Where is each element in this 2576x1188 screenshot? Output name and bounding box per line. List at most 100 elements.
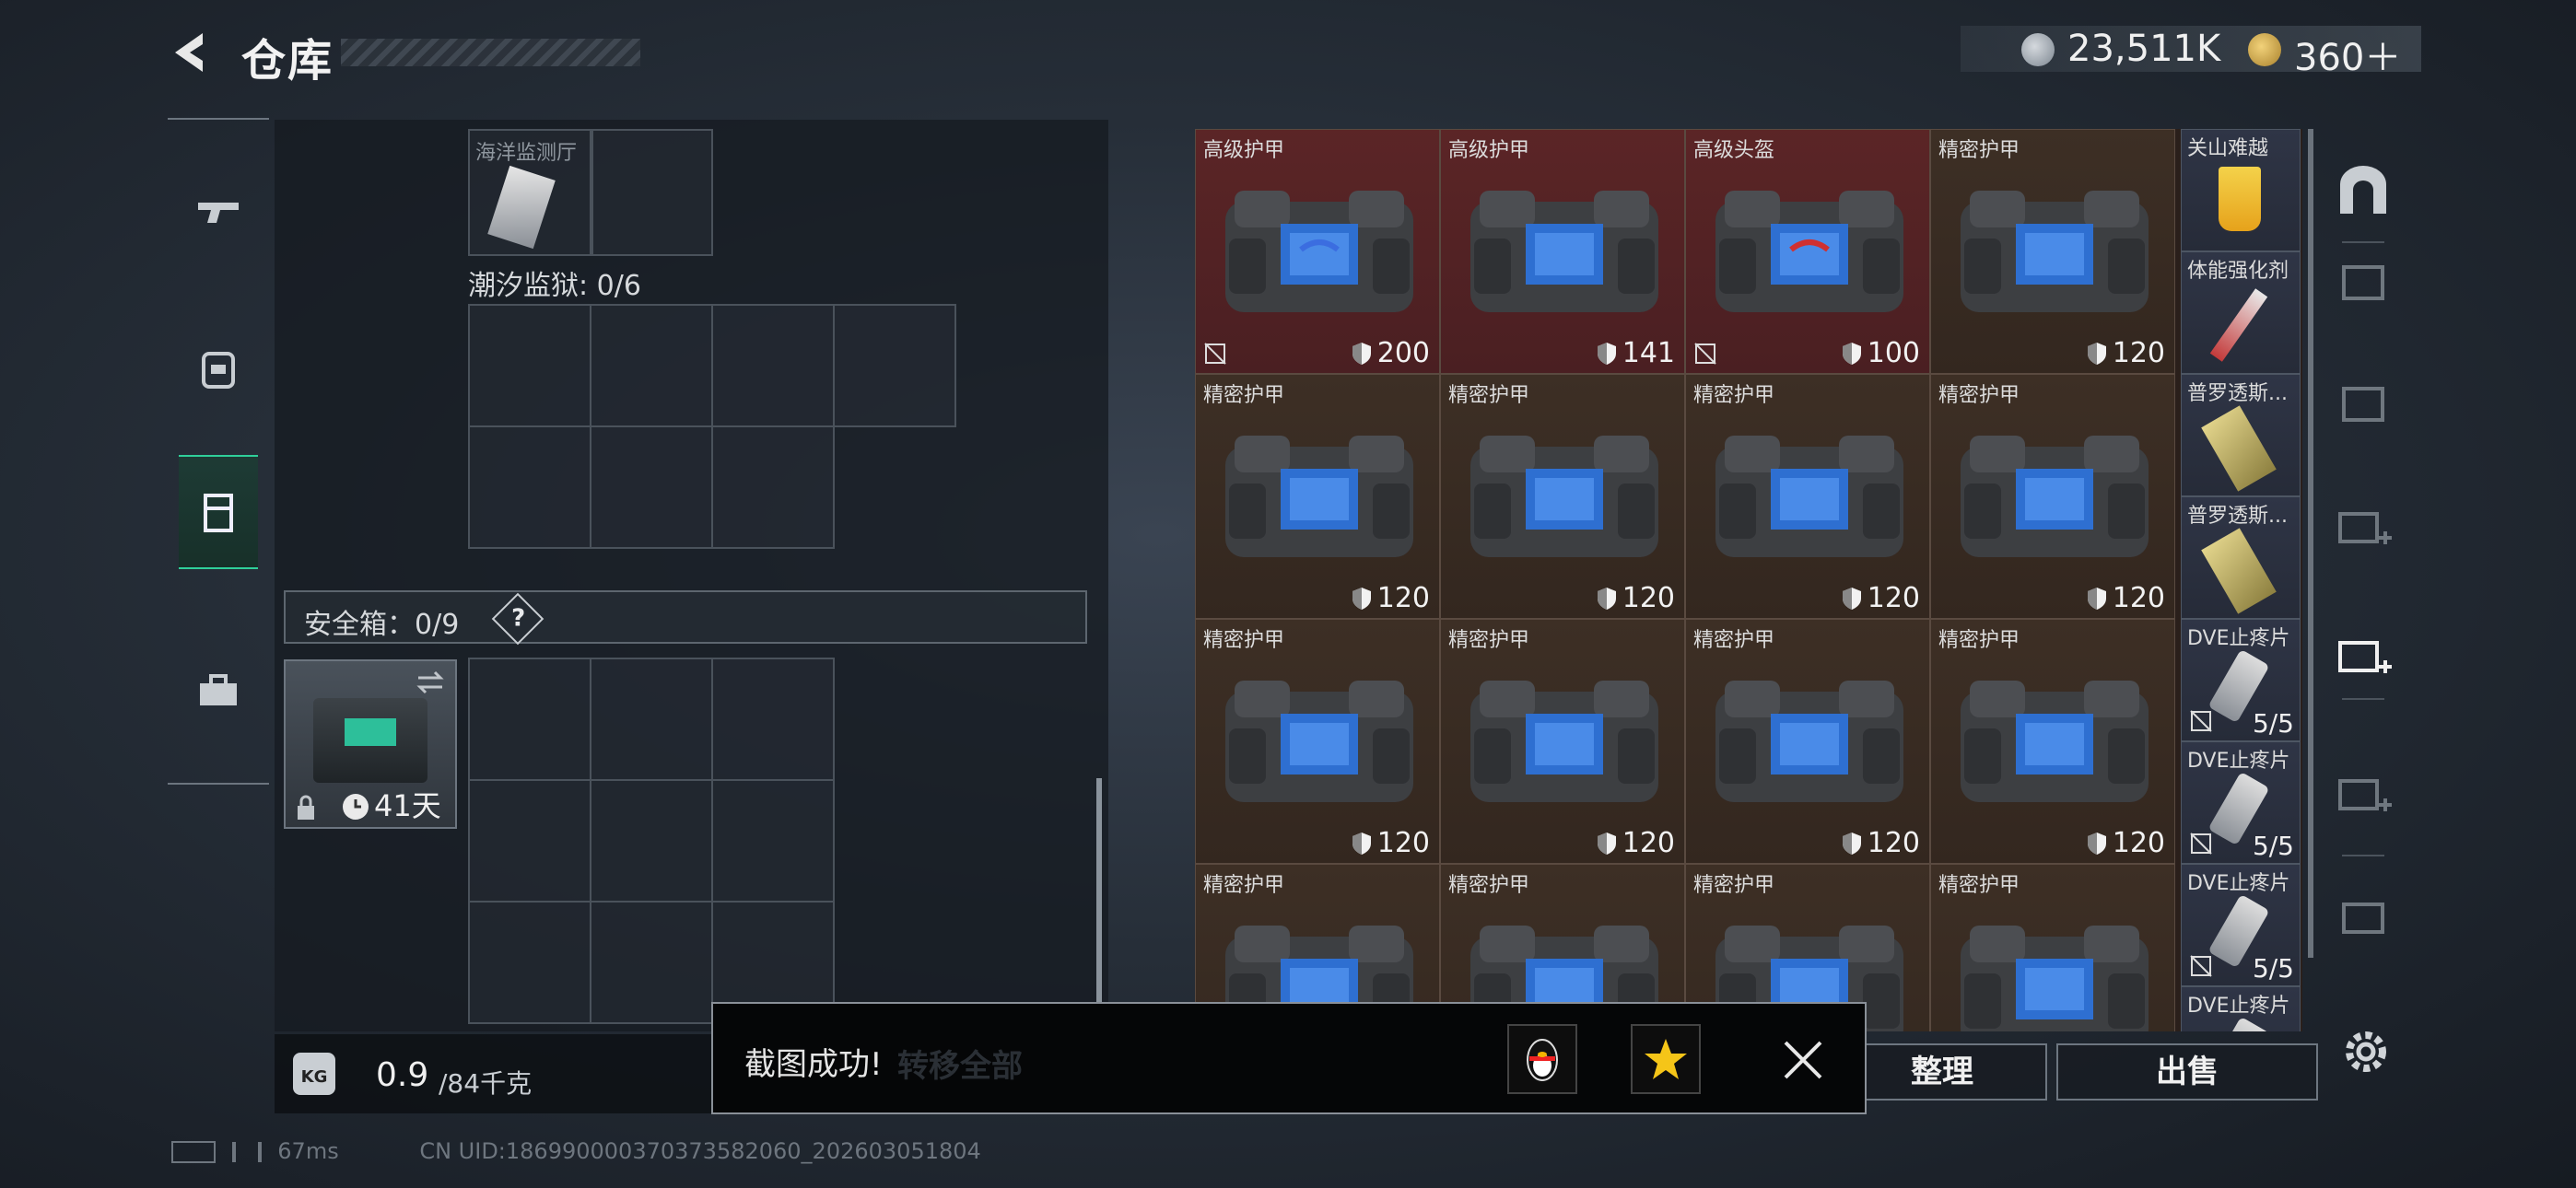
no-trade-icon [1694, 343, 1716, 365]
item-name: 精密护甲 [1938, 629, 2020, 652]
swap-icon[interactable] [415, 669, 446, 696]
backpack-icon [202, 352, 235, 389]
inventory-item[interactable]: 精密护甲 120 [1685, 374, 1930, 619]
filter-medkit-1[interactable] [2331, 501, 2395, 556]
consumable-item[interactable]: 普罗透斯... [2181, 496, 2301, 619]
nav-equipment[interactable] [179, 313, 258, 424]
grid-cell[interactable] [711, 779, 835, 903]
keycard-icon [487, 165, 556, 250]
filter-grade-3[interactable] [2331, 891, 2395, 947]
consumable-item[interactable]: DVE止疼片 [2181, 986, 2301, 1031]
consumable-item[interactable]: DVE止疼片 5/5 [2181, 864, 2301, 986]
filter-all[interactable] [2331, 162, 2395, 217]
close-icon[interactable] [1782, 1039, 1824, 1081]
medkit-plus-icon [2338, 779, 2392, 811]
inventory-item[interactable]: 精密护甲 120 [1930, 374, 2175, 619]
share-qq-button[interactable] [1507, 1024, 1577, 1094]
grid-cell[interactable] [468, 658, 591, 781]
gold-coin-icon [2248, 33, 2281, 66]
grid-cell[interactable] [590, 658, 713, 781]
grid-cell[interactable] [711, 658, 835, 781]
grid-cell[interactable] [591, 129, 713, 256]
durability-icon [1352, 342, 1371, 365]
durability-icon [1842, 832, 1861, 855]
back-arrow-icon[interactable] [166, 28, 216, 77]
help-icon[interactable]: ? [491, 592, 544, 646]
item-name: 精密护甲 [1203, 384, 1285, 407]
inventory-item[interactable]: 精密护甲 120 [1930, 129, 2175, 374]
no-trade-icon [2190, 955, 2212, 977]
signal-icon [231, 1142, 262, 1162]
grid-cell[interactable] [468, 779, 591, 903]
armor-bag-icon [1225, 436, 1413, 557]
gear-icon[interactable] [2338, 1024, 2394, 1079]
inventory-item[interactable]: 高级护甲 141 [1440, 129, 1685, 374]
inventory-item[interactable]: 精密护甲 120 [1685, 619, 1930, 864]
durability-icon [1597, 587, 1616, 610]
gold-amount[interactable]: 360＋ [2294, 28, 2401, 81]
durability-icon [1597, 832, 1616, 855]
sell-button[interactable]: 出售 [2056, 1043, 2318, 1101]
inventory-grid: 高级护甲 200 高级护甲 141 高级头盔 100 精密护甲 120 精密护甲 120… [1195, 129, 2302, 1031]
grid-cell[interactable] [590, 304, 713, 427]
grid-cell[interactable] [711, 304, 835, 427]
injector-icon [2201, 405, 2277, 492]
filter-medkit-3[interactable] [2331, 768, 2395, 823]
injector-icon [2201, 528, 2277, 614]
consumable-item[interactable]: DVE止疼片 5/5 [2181, 741, 2301, 864]
item-durability: 120 [1352, 582, 1430, 614]
item-name: 精密护甲 [1448, 384, 1530, 407]
filter-medkit-2[interactable] [2331, 630, 2395, 685]
nav-weapons[interactable] [179, 157, 258, 267]
filter-grade-2[interactable] [2331, 376, 2395, 431]
consumable-name: DVE止疼片 [2187, 872, 2290, 895]
left-scrollbar[interactable] [1096, 778, 1102, 1008]
consumable-item[interactable]: 普罗透斯... [2181, 374, 2301, 496]
inventory-item[interactable]: 精密护甲 120 [1195, 374, 1440, 619]
durability-icon [2087, 342, 2106, 365]
armor-bag-icon [1470, 681, 1658, 802]
consumable-item[interactable]: DVE止疼片 5/5 [2181, 619, 2301, 741]
item-name: 精密护甲 [1203, 874, 1285, 897]
inventory-item[interactable]: 精密护甲 120 [1195, 619, 1440, 864]
consumable-item[interactable]: 体能强化剂 [2181, 251, 2301, 374]
grid-cell[interactable] [711, 425, 835, 549]
grid-cell[interactable] [833, 304, 956, 427]
inventory-item[interactable]: 精密护甲 120 [1440, 374, 1685, 619]
consumable-item[interactable]: 关山难越 [2181, 129, 2301, 251]
slot-item[interactable]: 海洋监测厅 [468, 129, 591, 256]
inventory-item[interactable]: 高级头盔 100 [1685, 129, 1930, 374]
inventory-item[interactable]: 精密护甲 120 [1440, 619, 1685, 864]
armor-bag-icon [1961, 436, 2149, 557]
sort-button[interactable]: 整理 [1837, 1043, 2047, 1101]
transfer-all-button[interactable]: 转移全部 [897, 1041, 1023, 1086]
inventory-item[interactable]: 精密护甲 [1930, 864, 2175, 1031]
filter-grade-1[interactable] [2331, 254, 2395, 309]
grid-cell[interactable] [590, 901, 713, 1024]
grid-cell[interactable] [590, 425, 713, 549]
nav-storage[interactable] [179, 455, 258, 569]
no-trade-icon [2190, 833, 2212, 855]
armor-bag-icon [1225, 681, 1413, 802]
item-name: 精密护甲 [1693, 629, 1775, 652]
silver-coin-icon [2021, 33, 2055, 66]
grid-cell[interactable] [590, 779, 713, 903]
weight-max: /84千克 [439, 1068, 533, 1099]
category-nav [168, 118, 269, 785]
armor-bag-icon [1715, 191, 1903, 312]
slot-label: 海洋监测厅 [475, 142, 578, 165]
armor-tier-icon [2342, 387, 2384, 422]
durability-icon [1842, 342, 1861, 365]
grid-cell[interactable] [468, 425, 591, 549]
consumable-name: 关山难越 [2187, 137, 2269, 160]
inventory-item[interactable]: 精密护甲 120 [1930, 619, 2175, 864]
item-name: 精密护甲 [1938, 874, 2020, 897]
right-scrollbar[interactable] [2308, 129, 2313, 958]
share-qzone-button[interactable] [1631, 1024, 1701, 1094]
inventory-item[interactable]: 高级护甲 200 [1195, 129, 1440, 374]
safe-box-item[interactable]: 41天 [284, 659, 457, 829]
nav-tools[interactable] [179, 635, 258, 746]
grid-cell[interactable] [468, 304, 591, 427]
durability-icon [1352, 587, 1371, 610]
grid-cell[interactable] [468, 901, 591, 1024]
